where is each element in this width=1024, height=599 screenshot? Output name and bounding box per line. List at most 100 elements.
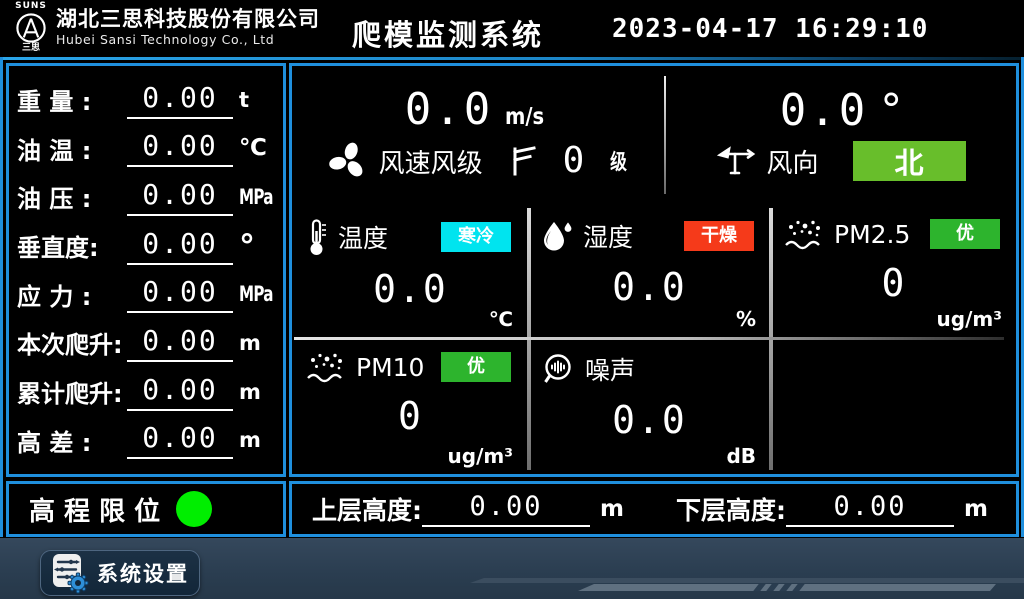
upper-height-unit: m bbox=[600, 496, 624, 522]
metric-row-height-diff: 高 差 : 0.00 m bbox=[17, 421, 275, 459]
layer-heights-box: 上层高度: 0.00 m 下层高度: 0.00 m bbox=[289, 481, 1019, 537]
lower-height-label: 下层高度: bbox=[676, 491, 786, 527]
metric-unit: m bbox=[239, 380, 275, 404]
metric-row-verticality: 垂直度: 0.00 ° bbox=[17, 227, 275, 265]
wind-direction-indicator: 北 bbox=[853, 141, 966, 181]
metric-row-total-climb: 累计爬升: 0.00 m bbox=[17, 373, 275, 411]
metric-value: 0.00 bbox=[127, 227, 233, 265]
noise-icon bbox=[541, 352, 575, 386]
sensor-unit: ug/m³ bbox=[937, 307, 1002, 331]
page-title: 爬模监测系统 bbox=[352, 12, 544, 54]
metric-label: 应 力 : bbox=[17, 277, 127, 312]
sensor-label: PM2.5 bbox=[834, 220, 910, 249]
logo-bottom-text: 三思 bbox=[22, 44, 40, 53]
metric-label: 本次爬升: bbox=[17, 325, 127, 360]
header-divider bbox=[0, 57, 1024, 60]
logo-circle-a-icon bbox=[14, 11, 48, 45]
metric-label: 累计爬升: bbox=[17, 374, 127, 409]
sensor-cell-humidity: 湿度 干燥 0.0 % bbox=[527, 204, 770, 337]
company-name-en: Hubei Sansi Technology Co., Ltd bbox=[56, 32, 320, 47]
empty-cell bbox=[770, 337, 1016, 474]
pm25-icon bbox=[784, 218, 824, 250]
wind-level-flag-icon bbox=[511, 145, 537, 177]
status-badge: 寒冷 bbox=[441, 222, 511, 252]
company-logo: SUNS 三思 湖北三思科技股份有限公司 Hubei Sansi Technol… bbox=[14, 2, 320, 53]
company-name: 湖北三思科技股份有限公司 Hubei Sansi Technology Co.,… bbox=[56, 8, 320, 47]
wind-direction-label: 风向 bbox=[766, 143, 818, 180]
metric-label: 油 压 : bbox=[17, 179, 127, 214]
system-settings-button[interactable]: 系统设置 bbox=[40, 550, 200, 596]
sensor-unit: dB bbox=[726, 444, 756, 468]
metric-unit: m bbox=[239, 428, 275, 452]
sensor-value: 0.0 bbox=[541, 401, 758, 439]
elevation-limit-status-light bbox=[176, 491, 212, 527]
elevation-limit-label: 高 程 限 位 bbox=[29, 491, 160, 528]
sensor-unit: ug/m³ bbox=[448, 444, 513, 468]
wind-section: 0.0 m/s 风速风级 bbox=[292, 66, 1016, 204]
wind-direction-unit: ° bbox=[880, 89, 902, 133]
upper-height-label: 上层高度: bbox=[312, 491, 422, 527]
wind-speed-block: 0.0 m/s 风速风级 bbox=[292, 66, 664, 204]
metric-value: 0.00 bbox=[127, 421, 233, 459]
droplet-icon bbox=[541, 219, 573, 253]
metric-value: 0.00 bbox=[127, 129, 233, 167]
sensor-grid: 温度 寒冷 0.0 ℃ 湿度 干燥 0.0 % bbox=[292, 204, 1016, 474]
metric-unit: m bbox=[239, 331, 275, 355]
sensor-label: 温度 bbox=[338, 219, 388, 255]
metric-label: 重 量 : bbox=[17, 82, 127, 117]
settings-button-label: 系统设置 bbox=[97, 558, 189, 588]
upper-height-value: 0.00 bbox=[422, 491, 590, 527]
wind-speed-unit: m/s bbox=[505, 104, 544, 130]
thermometer-icon bbox=[306, 218, 328, 256]
metric-value: 0.00 bbox=[127, 373, 233, 411]
pm10-icon bbox=[306, 351, 346, 383]
metric-unit: ° bbox=[239, 238, 275, 254]
status-badge: 优 bbox=[441, 352, 511, 382]
climbing-formwork-monitor-screen: SUNS 三思 湖北三思科技股份有限公司 Hubei Sansi Technol… bbox=[0, 0, 1024, 599]
metric-unit: t bbox=[239, 88, 275, 112]
sensor-unit: % bbox=[736, 307, 756, 331]
lower-height-value: 0.00 bbox=[786, 491, 954, 527]
sensor-cell-noise: 噪声 0.0 dB bbox=[527, 337, 770, 474]
wind-speed-label: 风速风级 bbox=[379, 143, 483, 180]
sensor-value: 0.0 bbox=[541, 268, 758, 306]
metric-value: 0.00 bbox=[127, 324, 233, 362]
sensor-value: 0.0 bbox=[306, 270, 515, 308]
toolbar: 系统设置 bbox=[0, 538, 1024, 599]
status-badge: 干燥 bbox=[684, 221, 754, 251]
lower-height-group: 下层高度: 0.00 m bbox=[676, 491, 988, 527]
metric-value: 0.00 bbox=[127, 275, 233, 313]
sensor-value: 0 bbox=[784, 264, 1004, 302]
sensor-unit: ℃ bbox=[489, 307, 513, 331]
metric-label: 高 差 : bbox=[17, 423, 127, 458]
datetime-display: 2023-04-17 16:29:10 bbox=[612, 14, 928, 44]
wind-direction-block: 0.0 ° 风向 北 bbox=[666, 66, 1016, 204]
environment-panel: 0.0 m/s 风速风级 bbox=[289, 63, 1019, 477]
metric-row-oil-temp: 油 温 : 0.00 ℃ bbox=[17, 129, 275, 167]
metric-value: 0.00 bbox=[127, 178, 233, 216]
wind-level-unit: 级 bbox=[610, 146, 627, 176]
fan-icon bbox=[327, 140, 369, 182]
decorative-stripe-shadow bbox=[470, 578, 1024, 583]
sensor-label: 噪声 bbox=[585, 351, 635, 387]
sensor-cell-pm25: PM2.5 优 0 ug/m³ bbox=[770, 204, 1016, 337]
metric-value: 0.00 bbox=[127, 81, 233, 119]
elevation-limit-box: 高 程 限 位 bbox=[6, 481, 286, 537]
lower-height-unit: m bbox=[964, 496, 988, 522]
header: SUNS 三思 湖北三思科技股份有限公司 Hubei Sansi Technol… bbox=[0, 0, 1024, 57]
upper-height-group: 上层高度: 0.00 m bbox=[312, 491, 624, 527]
metric-unit: ℃ bbox=[239, 135, 275, 161]
company-name-cn: 湖北三思科技股份有限公司 bbox=[56, 8, 320, 31]
metric-unit: MPa bbox=[239, 185, 265, 209]
logo-top-text: SUNS bbox=[15, 2, 47, 11]
sensor-cell-pm10: PM10 优 0 ug/m³ bbox=[292, 337, 527, 474]
metrics-panel: 重 量 : 0.00 t 油 温 : 0.00 ℃ 油 压 : 0.00 MPa… bbox=[6, 63, 286, 477]
sensor-label: PM10 bbox=[356, 353, 424, 382]
metric-row-current-climb: 本次爬升: 0.00 m bbox=[17, 324, 275, 362]
sensor-label: 湿度 bbox=[583, 218, 633, 254]
sensor-value: 0 bbox=[306, 397, 515, 435]
metric-row-weight: 重 量 : 0.00 t bbox=[17, 81, 275, 119]
sensor-cell-temperature: 温度 寒冷 0.0 ℃ bbox=[292, 204, 527, 337]
metric-label: 垂直度: bbox=[17, 228, 127, 263]
metric-row-stress: 应 力 : 0.00 MPa bbox=[17, 275, 275, 313]
